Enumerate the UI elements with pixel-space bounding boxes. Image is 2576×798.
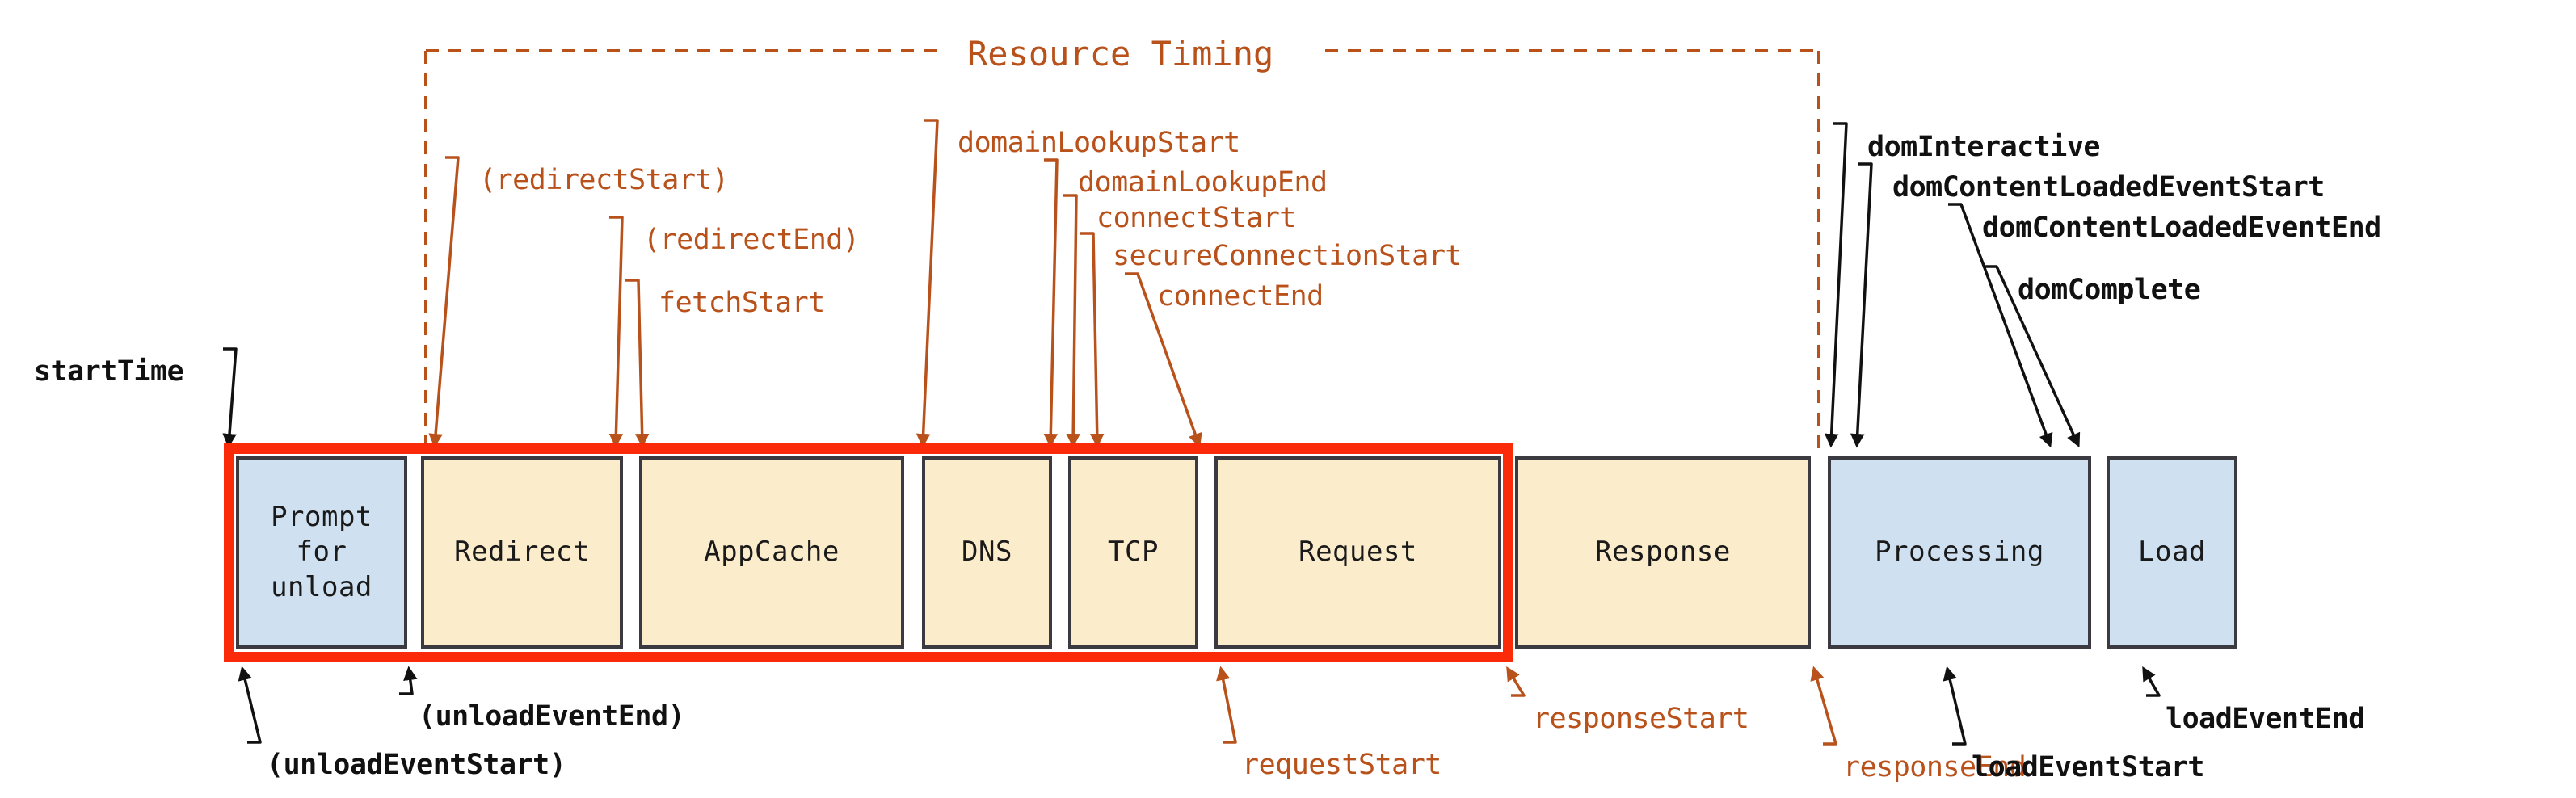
- timing-label-unloadeventstart: (unloadEventStart): [267, 749, 566, 781]
- leader-line-responseend: [1810, 666, 1837, 746]
- timing-label-unloadeventend: (unloadEventEnd): [419, 700, 685, 733]
- phase-box-label: Processing: [1875, 536, 2044, 569]
- timing-label-loadeventstart: loadEventStart: [1972, 751, 2205, 783]
- leader-line-domainlookupend: [1043, 158, 1059, 448]
- timing-label-secureconnectionstart: secureConnectionStart: [1113, 240, 1463, 272]
- timing-label-dominteractive: domInteractive: [1867, 131, 2101, 163]
- leader-line-fetchstart: [625, 279, 650, 448]
- phase-box-processing: Processing: [1828, 456, 2091, 649]
- network-phase-highlight-frame: [224, 443, 1513, 662]
- leader-line-requeststart: [1216, 666, 1237, 744]
- leader-line-loadeventstart: [1943, 666, 1967, 746]
- leader-line-loadeventend: [2142, 666, 2161, 697]
- leader-line-unloadeventend: [399, 666, 418, 695]
- timing-label-fetchstart: fetchStart: [659, 287, 825, 319]
- leader-line-connectstart: [1063, 194, 1080, 448]
- resource-timing-title: Resource Timing: [967, 34, 1274, 74]
- leader-line-secureconnectionstart: [1080, 232, 1105, 448]
- timing-label-starttime: startTime: [34, 355, 184, 388]
- leader-line-responsestart: [1506, 666, 1526, 697]
- leader-line-unloadeventstart: [238, 666, 262, 744]
- timing-label-redirectend: (redirectEnd): [643, 224, 860, 256]
- leader-line-domainlookupstart: [915, 119, 939, 448]
- phase-box-response: Response: [1515, 456, 1811, 649]
- timing-label-domcomplete: domComplete: [2018, 274, 2201, 306]
- timing-label-domcontentloadedeventend: domContentLoadedEventEnd: [1982, 212, 2381, 244]
- timing-label-domcontentloadedeventstart: domContentLoadedEventStart: [1892, 171, 2325, 204]
- timing-label-connectstart: connectStart: [1096, 202, 1296, 234]
- timing-label-domainlookupstart: domainLookupStart: [958, 127, 1240, 159]
- leader-line-redirectstart: [428, 156, 460, 448]
- timing-label-responsestart: responseStart: [1533, 703, 1749, 735]
- timing-label-domainlookupend: domainLookupEnd: [1078, 166, 1328, 199]
- timing-label-loadeventend: loadEventEnd: [2166, 703, 2365, 735]
- phase-box-label: Load: [2138, 536, 2206, 569]
- timing-label-requeststart: requestStart: [1242, 749, 1442, 781]
- leader-line-dominteractive: [1824, 122, 1848, 448]
- navigation-timing-diagram: Resource Timing Prompt for unload Redirect A…: [0, 0, 2576, 798]
- timing-label-redirectstart: (redirectStart): [479, 164, 729, 196]
- phase-box-label: Response: [1595, 536, 1731, 569]
- timing-label-connectend: connectEnd: [1157, 280, 1324, 313]
- diagram-overlay-lines: [222, 49, 2161, 746]
- leader-line-redirectend: [608, 216, 624, 448]
- leader-line-starttime: [222, 347, 238, 448]
- leader-line-domcontentloadedeventstart: [1850, 162, 1873, 448]
- phase-box-load: Load: [2107, 456, 2237, 649]
